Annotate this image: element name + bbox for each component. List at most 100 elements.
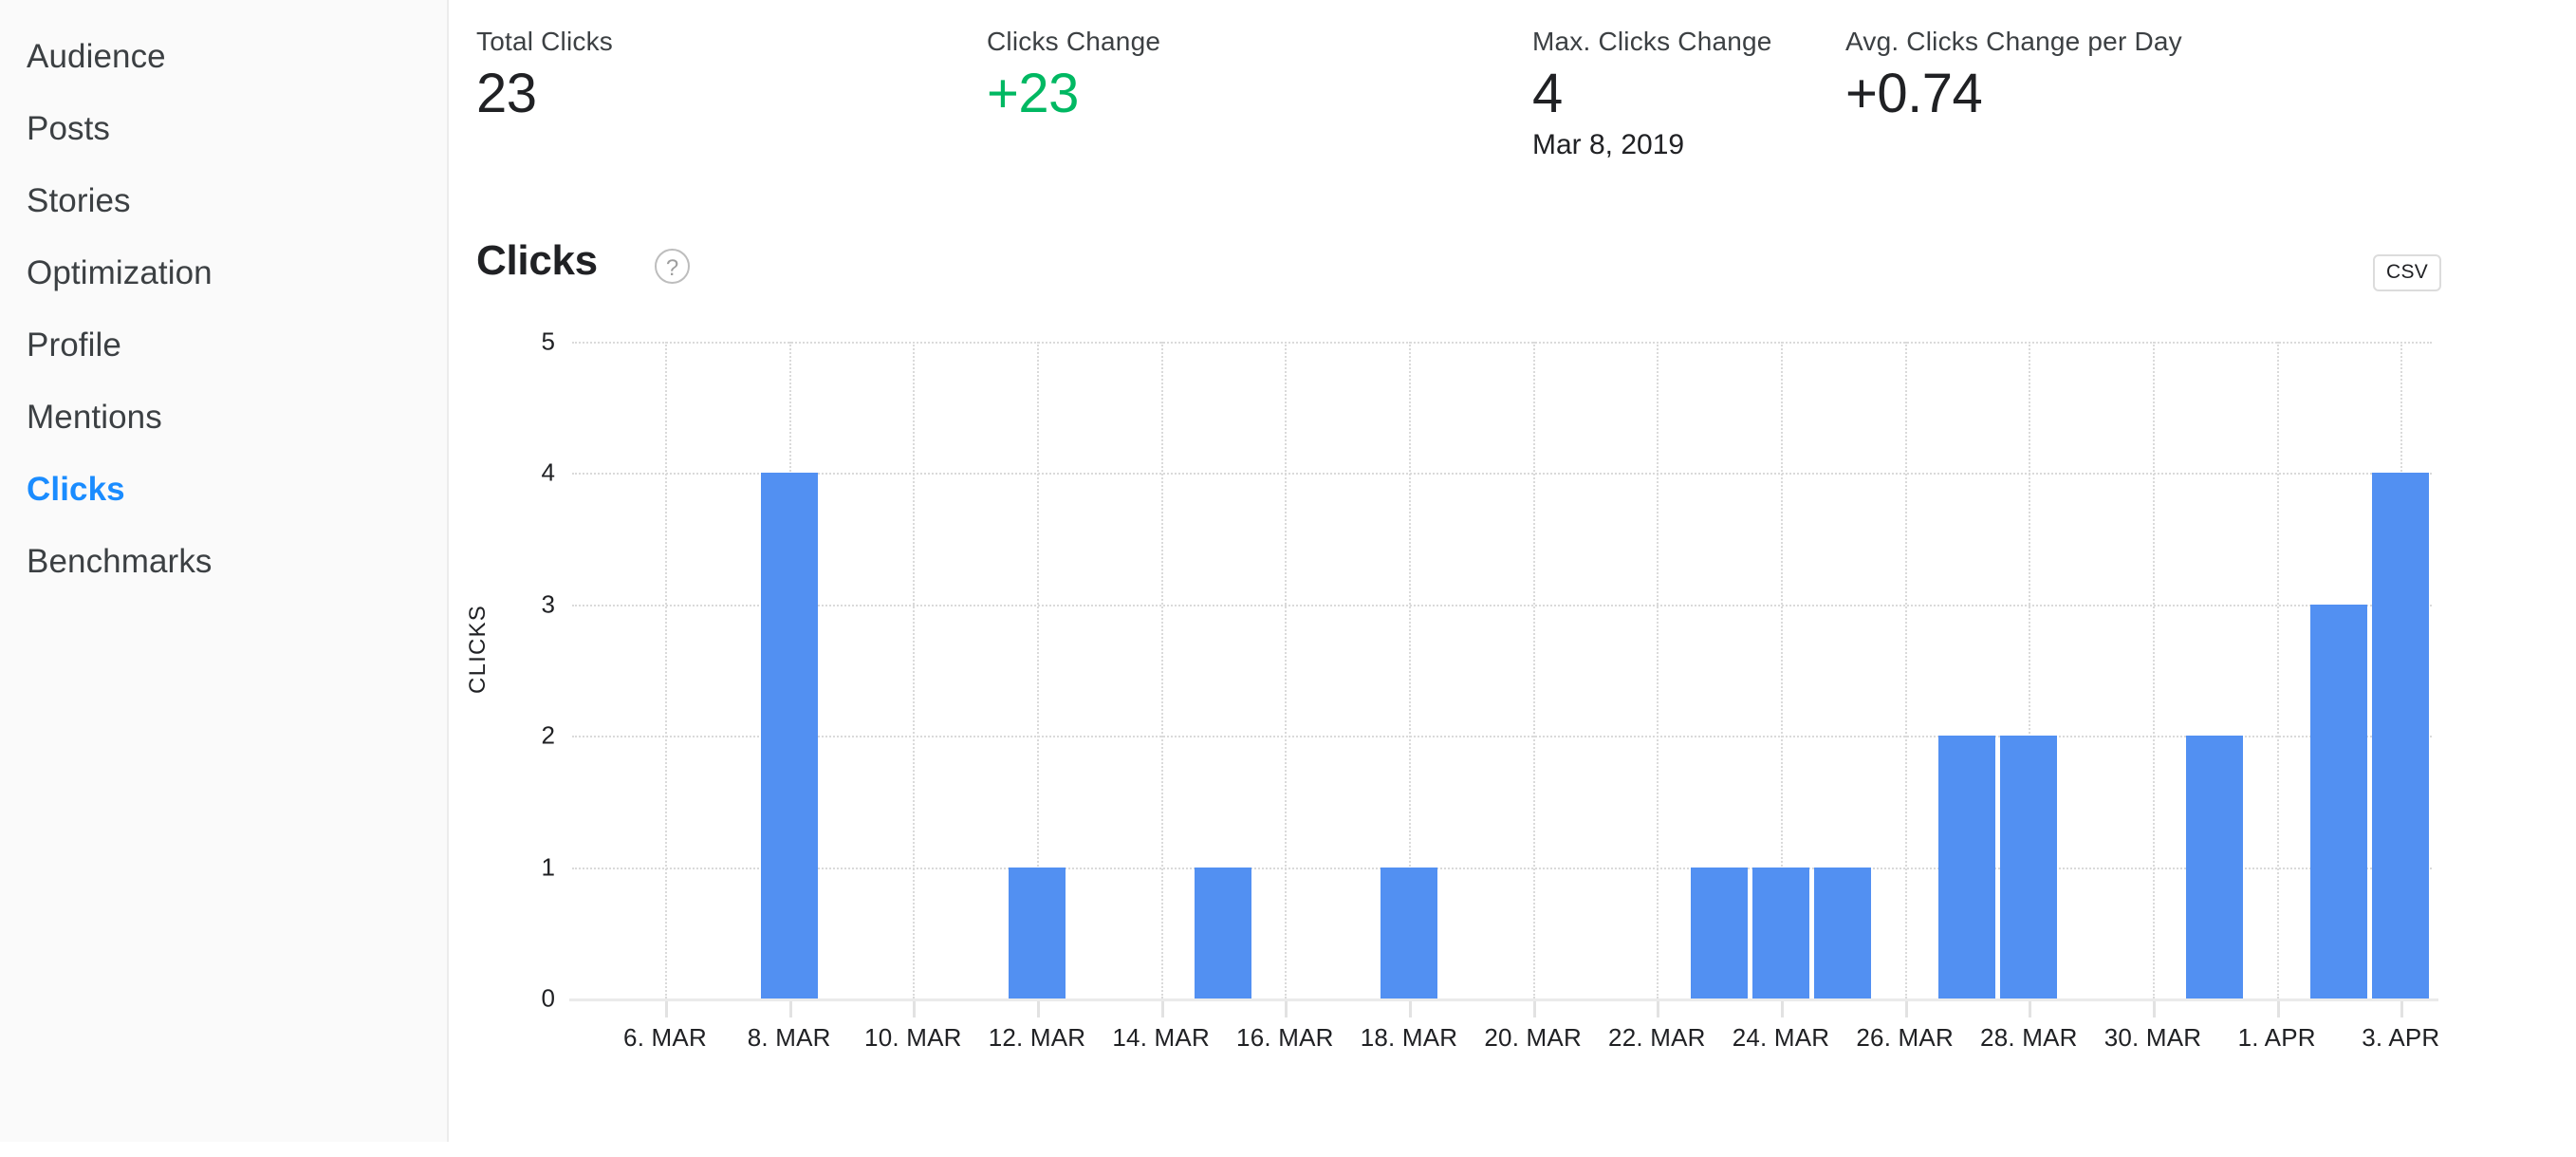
y-axis-tick-label: 1 — [541, 852, 555, 882]
x-axis-tick-mark — [1532, 1001, 1536, 1017]
x-axis-tick-label: 6. MAR — [623, 1023, 707, 1052]
stat-value: +23 — [987, 63, 1079, 124]
page-title: Clicks — [476, 237, 598, 284]
chart-inner: CLICKS 0 1 2 3 4 5 6. MAR 8. MAR 10. MAR 12. MAR… — [451, 313, 2576, 1101]
x-axis-tick-mark — [788, 1001, 792, 1017]
plot-area — [572, 342, 2432, 998]
x-axis-tick-label: 22. MAR — [1608, 1023, 1706, 1052]
y-axis-tick-label: 3 — [541, 589, 555, 619]
x-axis-tick-mark — [665, 1001, 668, 1017]
y-axis-tick-label: 4 — [541, 457, 555, 487]
x-axis-tick-mark — [2400, 1001, 2404, 1017]
gridline-vertical — [1657, 342, 1659, 998]
x-axis-tick-label: 26. MAR — [1856, 1023, 1954, 1052]
x-axis-tick-label: 12. MAR — [988, 1023, 1086, 1052]
sidebar-item-posts[interactable]: Posts — [0, 93, 447, 165]
stat-label: Clicks Change — [987, 27, 1161, 56]
x-axis-tick-mark — [2153, 1001, 2156, 1017]
x-axis-tick-label: 3. APR — [2362, 1023, 2440, 1052]
sidebar: Audience Posts Stories Optimization Profile M… — [0, 0, 449, 1142]
stat-card-3: Avg. Clicks Change per Day +0.74 — [1845, 27, 2182, 123]
x-axis-tick-label: 20. MAR — [1484, 1023, 1582, 1052]
bar[interactable] — [1009, 867, 1066, 998]
x-axis-tick-mark — [1037, 1001, 1040, 1017]
bar[interactable] — [1691, 867, 1748, 998]
stat-label: Total Clicks — [476, 27, 613, 56]
x-axis-tick-mark — [1160, 1001, 1164, 1017]
x-axis-tick-label: 14. MAR — [1112, 1023, 1210, 1052]
bar[interactable] — [1381, 867, 1437, 998]
gridline-vertical — [913, 342, 916, 998]
y-axis-tick-label: 5 — [541, 327, 555, 356]
bar[interactable] — [2310, 604, 2367, 998]
main-content: Total Clicks 23 Clicks Change +23 Max. Click… — [451, 0, 2576, 1157]
csv-export-button[interactable]: CSV — [2373, 254, 2442, 291]
sidebar-item-audience[interactable]: Audience — [0, 21, 447, 93]
sidebar-item-label: Optimization — [27, 254, 213, 291]
bar[interactable] — [1195, 867, 1251, 998]
sidebar-item-benchmarks[interactable]: Benchmarks — [0, 526, 447, 598]
sidebar-item-mentions[interactable]: Mentions — [0, 382, 447, 454]
gridline-vertical — [2153, 342, 2155, 998]
x-axis-tick-mark — [1285, 1001, 1288, 1017]
sidebar-item-label: Clicks — [27, 471, 125, 508]
stat-sublabel: Mar 8, 2019 — [1532, 129, 1685, 160]
question-mark-icon[interactable]: ? — [655, 249, 690, 284]
bar[interactable] — [2000, 736, 2057, 998]
stat-value: 23 — [476, 63, 537, 124]
stat-card-0: Total Clicks 23 — [476, 27, 613, 123]
stat-card-2: Max. Clicks Change 4 Mar 8, 2019 — [1532, 27, 1772, 161]
bar[interactable] — [1938, 736, 1995, 998]
stat-value: 4 — [1532, 63, 1563, 124]
stat-value: +0.74 — [1845, 63, 1983, 124]
y-axis-title: CLICKS — [464, 605, 491, 694]
x-axis-tick-label: 28. MAR — [1980, 1023, 2078, 1052]
gridline-vertical — [1285, 342, 1288, 998]
x-axis-tick-label: 8. MAR — [747, 1023, 831, 1052]
sidebar-item-label: Stories — [27, 182, 131, 219]
x-axis-tick-label: 1. APR — [2237, 1023, 2316, 1052]
x-axis-tick-label: 18. MAR — [1360, 1023, 1458, 1052]
gridline-vertical — [665, 342, 667, 998]
sidebar-item-stories[interactable]: Stories — [0, 165, 447, 237]
x-axis-tick-mark — [2276, 1001, 2280, 1017]
x-axis-tick-label: 30. MAR — [2103, 1023, 2202, 1052]
x-axis-tick-label: 24. MAR — [1732, 1023, 1830, 1052]
sidebar-item-label: Audience — [27, 38, 166, 75]
sidebar-item-label: Profile — [27, 327, 121, 364]
gridline-vertical — [1160, 342, 1163, 998]
gridline-vertical — [1904, 342, 1907, 998]
bar[interactable] — [2186, 736, 2243, 998]
clicks-analytics-page: Audience Posts Stories Optimization Profile M… — [0, 0, 2576, 1157]
x-axis-tick-label: 10. MAR — [864, 1023, 962, 1052]
y-axis-tick-label: 0 — [541, 983, 555, 1013]
gridline-vertical — [2276, 342, 2279, 998]
x-axis-tick-mark — [1904, 1001, 1908, 1017]
stat-card-1: Clicks Change +23 — [987, 27, 1160, 123]
gridline-vertical — [1532, 342, 1535, 998]
x-axis-tick-mark — [1409, 1001, 1412, 1017]
x-axis-tick-mark — [1657, 1001, 1660, 1017]
stats-row: Total Clicks 23 Clicks Change +23 Max. Click… — [451, 0, 2576, 199]
x-axis-tick-label: 16. MAR — [1236, 1023, 1334, 1052]
x-axis-tick-mark — [913, 1001, 917, 1017]
bar[interactable] — [761, 473, 818, 998]
stat-label: Avg. Clicks Change per Day — [1845, 27, 2182, 56]
chart-card-header: Clicks ? CSV — [451, 237, 2576, 313]
y-axis: CLICKS 0 1 2 3 4 5 — [451, 313, 555, 1035]
sidebar-item-label: Posts — [27, 110, 111, 147]
x-axis-tick-mark — [2029, 1001, 2032, 1017]
sidebar-item-profile[interactable]: Profile — [0, 309, 447, 382]
sidebar-item-optimization[interactable]: Optimization — [0, 237, 447, 309]
x-axis-line — [569, 998, 2438, 1001]
x-axis-tick-mark — [1781, 1001, 1784, 1017]
sidebar-item-label: Mentions — [27, 399, 162, 436]
sidebar-item-label: Benchmarks — [27, 543, 213, 580]
bar[interactable] — [1814, 867, 1871, 998]
bar[interactable] — [1752, 867, 1809, 998]
stat-label: Max. Clicks Change — [1532, 27, 1772, 56]
sidebar-item-clicks[interactable]: Clicks — [0, 454, 447, 526]
y-axis-tick-label: 2 — [541, 720, 555, 750]
clicks-bar-chart: CLICKS 0 1 2 3 4 5 6. MAR 8. MAR 10. MAR 12. MAR… — [451, 313, 2576, 1053]
bar[interactable] — [2372, 473, 2429, 998]
